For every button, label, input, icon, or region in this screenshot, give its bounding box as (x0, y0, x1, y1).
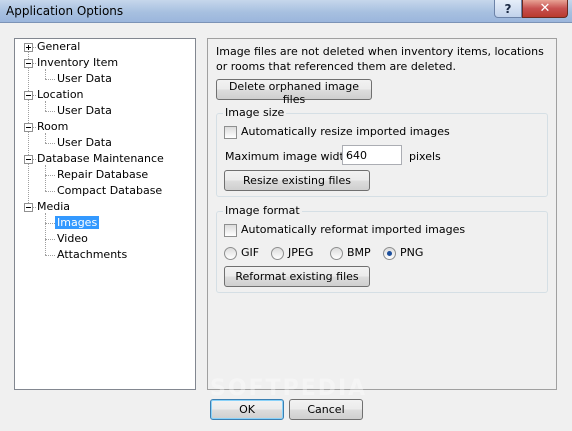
tree-item-attachments[interactable]: Attachments (57, 247, 127, 263)
delete-orphaned-files-button[interactable]: Delete orphaned image files (216, 79, 372, 106)
collapse-inventory-item-icon[interactable] (24, 59, 33, 68)
format-label-png[interactable]: PNG (400, 246, 423, 259)
close-icon: ✕ (539, 1, 551, 16)
options-tree[interactable]: General Inventory Item User Data Locatio… (14, 38, 196, 390)
application-options-dialog: Application Options ? ✕ General Inventor… (0, 0, 572, 431)
auto-reformat-checkbox[interactable] (224, 224, 237, 237)
close-button[interactable]: ✕ (522, 0, 568, 18)
tree-item-general[interactable]: General (37, 39, 80, 55)
auto-resize-checkbox[interactable] (224, 126, 237, 139)
tree-item-room-user-data[interactable]: User Data (57, 135, 112, 151)
image-size-group: Image size Automatically resize imported… (216, 106, 548, 197)
collapse-location-icon[interactable] (24, 91, 33, 100)
collapse-database-maintenance-icon[interactable] (24, 155, 33, 164)
collapse-room-icon[interactable] (24, 123, 33, 132)
help-button[interactable]: ? (494, 0, 522, 18)
info-text: Image files are not deleted when invento… (216, 45, 544, 73)
tree-item-inventory-user-data[interactable]: User Data (57, 71, 112, 87)
format-radio-png[interactable] (383, 247, 396, 260)
help-icon: ? (504, 2, 512, 16)
tree-item-compact-database[interactable]: Compact Database (57, 183, 162, 199)
tree-item-location[interactable]: Location (37, 87, 84, 103)
expand-general-icon[interactable] (24, 43, 33, 52)
tree-item-room[interactable]: Room (37, 119, 68, 135)
resize-existing-files-button[interactable]: Resize existing files (224, 170, 370, 191)
max-width-label: Maximum image width: (225, 150, 355, 163)
format-label-jpeg[interactable]: JPEG (288, 246, 313, 259)
format-label-gif[interactable]: GIF (241, 246, 259, 259)
ok-button[interactable]: OK (210, 399, 284, 420)
image-size-group-label: Image size (223, 106, 287, 119)
tree-item-inventory-item[interactable]: Inventory Item (37, 55, 118, 71)
selected-tree-item: Images (55, 216, 100, 229)
tree-item-database-maintenance[interactable]: Database Maintenance (37, 151, 164, 167)
format-radio-jpeg[interactable] (271, 247, 284, 260)
cancel-button[interactable]: Cancel (289, 399, 363, 420)
format-label-bmp[interactable]: BMP (347, 246, 371, 259)
watermark: SOFTPEDIA (210, 376, 368, 401)
auto-resize-label[interactable]: Automatically resize imported images (241, 125, 450, 138)
tree-item-media[interactable]: Media (37, 199, 70, 215)
tree-item-images[interactable]: Images (55, 215, 100, 231)
format-radio-bmp[interactable] (330, 247, 343, 260)
pixels-label: pixels (409, 150, 441, 163)
title-bar: Application Options ? ✕ (0, 0, 572, 23)
format-radio-gif[interactable] (224, 247, 237, 260)
image-format-group: Image format Automatically reformat impo… (216, 204, 548, 293)
image-format-group-label: Image format (223, 204, 302, 217)
images-settings-panel: Image files are not deleted when invento… (207, 38, 557, 390)
auto-reformat-label[interactable]: Automatically reformat imported images (241, 223, 465, 236)
collapse-media-icon[interactable] (24, 203, 33, 212)
reformat-existing-files-button[interactable]: Reformat existing files (224, 266, 370, 287)
tree-item-video[interactable]: Video (57, 231, 88, 247)
tree-item-location-user-data[interactable]: User Data (57, 103, 112, 119)
tree-item-repair-database[interactable]: Repair Database (57, 167, 148, 183)
max-width-input[interactable] (342, 145, 402, 165)
window-title: Application Options (6, 4, 124, 18)
